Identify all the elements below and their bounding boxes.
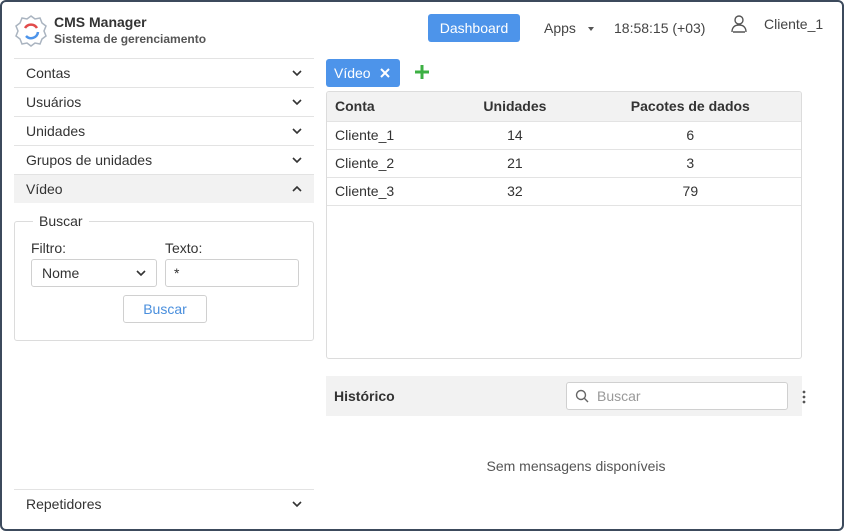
plus-icon[interactable] <box>414 64 430 80</box>
apps-label: Apps <box>544 20 576 36</box>
search-icon <box>575 389 589 403</box>
history-title: Histórico <box>334 388 395 404</box>
sidebar-bottom: Repetidores <box>14 489 314 518</box>
sidebar-item-video[interactable]: Vídeo <box>14 174 314 203</box>
sidebar-item-label: Contas <box>26 65 71 81</box>
cell-conta: Cliente_3 <box>335 183 395 199</box>
cell-pacotes: 79 <box>682 183 699 199</box>
user-name[interactable]: Cliente_1 <box>764 16 823 32</box>
gear-logo-icon <box>15 15 47 47</box>
table-row[interactable]: Cliente_2 21 3 <box>327 149 801 177</box>
app-title: CMS Manager <box>54 14 147 30</box>
filter-select-value: Nome <box>42 265 80 281</box>
chevron-down-icon <box>292 128 302 135</box>
table-header-row: Conta Unidades Pacotes de dados <box>327 92 801 121</box>
history-search[interactable] <box>566 382 788 410</box>
sidebar-item-label: Vídeo <box>26 181 63 197</box>
search-button[interactable]: Buscar <box>123 295 207 323</box>
cell-pacotes: 6 <box>686 127 695 143</box>
sidebar-item-label: Repetidores <box>26 496 102 512</box>
dashboard-button[interactable]: Dashboard <box>428 14 520 42</box>
accounts-table: Conta Unidades Pacotes de dados Cliente_… <box>326 91 802 359</box>
history-search-input[interactable] <box>597 388 767 404</box>
cell-unidades: 21 <box>507 155 523 171</box>
tab-video[interactable]: Vídeo <box>326 59 400 87</box>
user-icon[interactable] <box>730 14 748 34</box>
chevron-down-icon <box>292 501 302 508</box>
more-vertical-icon[interactable] <box>802 390 806 404</box>
cell-unidades: 14 <box>507 127 523 143</box>
cell-unidades: 32 <box>507 183 523 199</box>
sidebar-item-usuarios[interactable]: Usuários <box>14 87 314 116</box>
cell-conta: Cliente_1 <box>335 127 395 143</box>
column-header-pacotes[interactable]: Pacotes de dados <box>580 92 801 121</box>
column-header-unidades[interactable]: Unidades <box>450 92 579 121</box>
sidebar-item-label: Grupos de unidades <box>26 152 153 168</box>
chevron-up-icon <box>292 185 302 192</box>
tab-label: Vídeo <box>334 65 371 81</box>
sidebar-item-unidades[interactable]: Unidades <box>14 116 314 145</box>
sidebar-item-repetidores[interactable]: Repetidores <box>14 489 314 518</box>
filter-label: Filtro: <box>31 240 66 256</box>
app-window: CMS Manager Sistema de gerenciamento Das… <box>0 0 844 531</box>
header: CMS Manager Sistema de gerenciamento Das… <box>2 2 842 58</box>
table-row[interactable]: Cliente_1 14 6 <box>327 121 801 149</box>
clock: 18:58:15 (+03) <box>614 20 706 36</box>
chevron-down-icon <box>136 270 146 277</box>
sidebar-item-label: Usuários <box>26 94 82 110</box>
cell-pacotes: 3 <box>686 155 695 171</box>
sidebar-item-grupos-de-unidades[interactable]: Grupos de unidades <box>14 145 314 174</box>
text-input[interactable] <box>165 259 299 287</box>
history-toolbar: Histórico <box>326 376 806 416</box>
chevron-down-icon <box>292 70 302 77</box>
chevron-down-icon <box>292 157 302 164</box>
text-label: Texto: <box>165 240 203 256</box>
chevron-down-icon <box>292 99 302 106</box>
table-row[interactable]: Cliente_3 32 79 <box>327 177 801 205</box>
history-empty-message: Sem mensagens disponíveis <box>486 458 666 474</box>
search-panel: Buscar Filtro: Texto: Nome Buscar <box>14 213 314 341</box>
apps-menu[interactable]: Apps <box>544 20 594 36</box>
caret-down-icon <box>587 27 594 31</box>
app-subtitle: Sistema de gerenciamento <box>54 32 207 46</box>
sidebar-item-label: Unidades <box>26 123 86 139</box>
column-header-conta[interactable]: Conta <box>327 92 450 121</box>
filter-select[interactable]: Nome <box>31 259 157 287</box>
sidebar-item-contas[interactable]: Contas <box>14 58 314 87</box>
cell-conta: Cliente_2 <box>335 155 395 171</box>
search-panel-title: Buscar <box>33 213 89 229</box>
sidebar: Contas Usuários Unidades Grupos de unida… <box>14 58 314 341</box>
close-icon[interactable] <box>380 68 390 78</box>
